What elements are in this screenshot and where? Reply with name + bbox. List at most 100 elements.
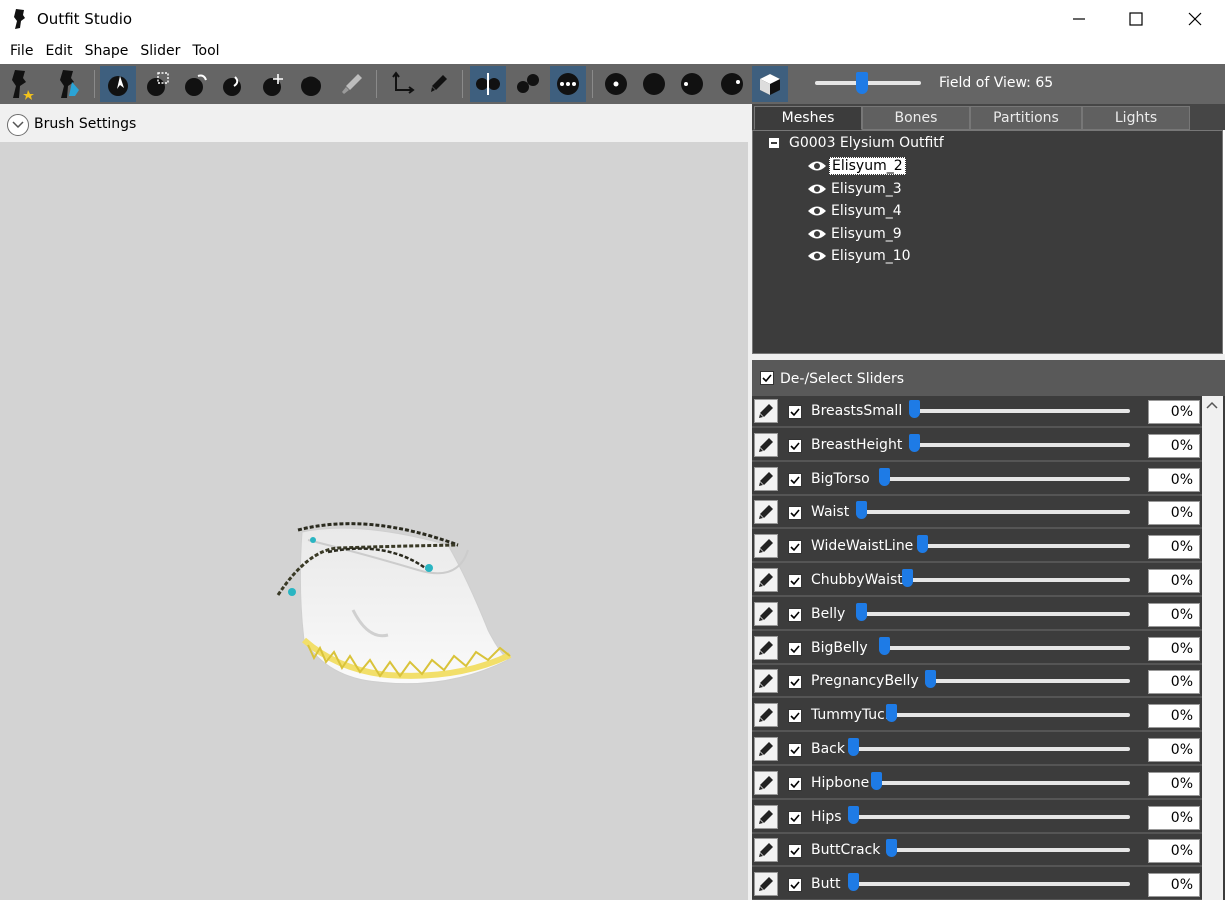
edit-slider-button[interactable] [754,534,778,559]
edit-slider-button[interactable] [754,466,778,491]
slider-thumb[interactable] [902,569,913,587]
slider-value-field[interactable]: 0% [1148,400,1200,424]
menu-file[interactable]: File [4,43,39,59]
edit-slider-button[interactable] [754,838,778,863]
slider-value-field[interactable]: 0% [1148,467,1200,492]
tree-item[interactable]: Elisyum_9 [807,224,904,244]
eye-icon[interactable] [807,159,827,173]
menu-shape[interactable]: Shape [79,43,135,59]
slider-checkbox[interactable] [788,574,802,588]
menu-slider[interactable]: Slider [134,43,186,59]
slider-checkbox[interactable] [788,844,802,859]
slider-thumb[interactable] [879,467,890,486]
load-outfit-button[interactable] [52,66,88,102]
textures-button[interactable] [752,66,788,102]
collapse-toggle-icon[interactable] [769,138,779,148]
chevron-up-icon[interactable] [1206,400,1218,410]
brush-settings-header[interactable]: Brush Settings [0,104,750,142]
move-brush-button[interactable] [256,66,292,102]
eye-icon[interactable] [807,249,827,263]
edit-slider-button[interactable] [754,703,778,728]
slider-value-field[interactable]: 0% [1148,433,1200,458]
slider-thumb[interactable] [848,738,859,756]
connected-only-button[interactable] [510,66,546,102]
minimize-button[interactable] [1050,0,1108,38]
deflate-brush-button[interactable] [216,66,252,102]
lighting-button[interactable] [674,66,710,102]
edit-slider-button[interactable] [754,737,778,761]
slider-value-field[interactable]: 0% [1148,704,1200,729]
edit-slider-button[interactable] [754,399,778,423]
slider-track[interactable] [881,476,1130,481]
slider-checkbox[interactable] [788,438,802,453]
tab-partitions[interactable]: Partitions [970,106,1082,130]
slider-track[interactable] [888,848,1130,853]
mask-brush-button[interactable] [140,66,176,102]
tab-meshes[interactable]: Meshes [754,106,862,130]
xray-button[interactable] [550,66,586,102]
maximize-button[interactable] [1107,0,1165,38]
tab-lights[interactable]: Lights [1082,106,1190,130]
edit-slider-button[interactable] [754,770,778,795]
slider-checkbox[interactable] [788,641,802,656]
slider-thumb[interactable] [917,535,928,554]
weight-paint-button[interactable] [334,66,370,102]
slider-track[interactable] [858,510,1130,515]
slider-value-field[interactable]: 0% [1148,805,1200,830]
chevron-down-icon[interactable] [7,114,29,136]
slider-value-field[interactable]: 0% [1148,569,1200,593]
edit-slider-button[interactable] [754,804,778,829]
slider-thumb[interactable] [909,400,920,418]
tab-bones[interactable]: Bones [862,106,970,130]
transform-button[interactable] [384,66,420,102]
slider-track[interactable] [873,780,1130,785]
show-vertices-button[interactable] [598,66,634,102]
slider-track[interactable] [919,544,1130,549]
slider-value-field[interactable]: 0% [1148,501,1200,526]
slider-value-field[interactable]: 0% [1148,771,1200,796]
slider-value-field[interactable]: 0% [1148,738,1200,762]
slider-track[interactable] [858,611,1130,616]
tree-item[interactable]: Elisyum_4 [807,201,904,221]
slider-checkbox[interactable] [788,675,802,690]
slider-checkbox[interactable] [788,472,802,487]
slider-thumb[interactable] [886,839,897,858]
menu-tool[interactable]: Tool [186,43,225,59]
load-reference-button[interactable] [4,66,40,102]
slider-checkbox[interactable] [788,506,802,521]
slider-scrollbar[interactable] [1202,396,1223,900]
slider-value-field[interactable]: 0% [1148,636,1200,661]
slider-track[interactable] [850,747,1130,751]
slider-thumb[interactable] [886,704,897,723]
slider-checkbox[interactable] [788,743,802,757]
slider-value-field[interactable]: 0% [1148,873,1200,898]
edit-slider-button[interactable] [754,568,778,592]
fov-slider-track[interactable] [815,81,921,85]
slider-value-field[interactable]: 0% [1148,602,1200,627]
slider-thumb[interactable] [856,602,867,621]
edit-slider-button[interactable] [754,669,778,694]
slider-checkbox[interactable] [788,810,802,825]
select-brush-button[interactable] [100,66,136,102]
slider-track[interactable] [911,409,1130,413]
pivot-button[interactable] [420,66,456,102]
edit-slider-button[interactable] [754,601,778,626]
slider-thumb[interactable] [848,873,859,892]
tree-root[interactable]: G0003 Elysium Outfitf [769,135,944,151]
masks-button[interactable] [714,66,750,102]
tree-item[interactable]: Elisyum_10 [807,246,913,266]
eye-icon[interactable] [807,227,827,241]
slider-thumb[interactable] [848,805,859,824]
slider-track[interactable] [927,679,1130,684]
fov-slider-thumb[interactable] [856,72,868,94]
tree-item[interactable]: Elisyum_3 [807,179,904,199]
slider-checkbox[interactable] [788,878,802,893]
slider-thumb[interactable] [871,771,882,790]
eye-icon[interactable] [807,182,827,196]
slider-value-field[interactable]: 0% [1148,839,1200,864]
slider-checkbox[interactable] [788,405,802,419]
slider-value-field[interactable]: 0% [1148,670,1200,695]
edit-slider-button[interactable] [754,635,778,660]
slider-track[interactable] [850,814,1130,819]
eye-icon[interactable] [807,204,827,218]
